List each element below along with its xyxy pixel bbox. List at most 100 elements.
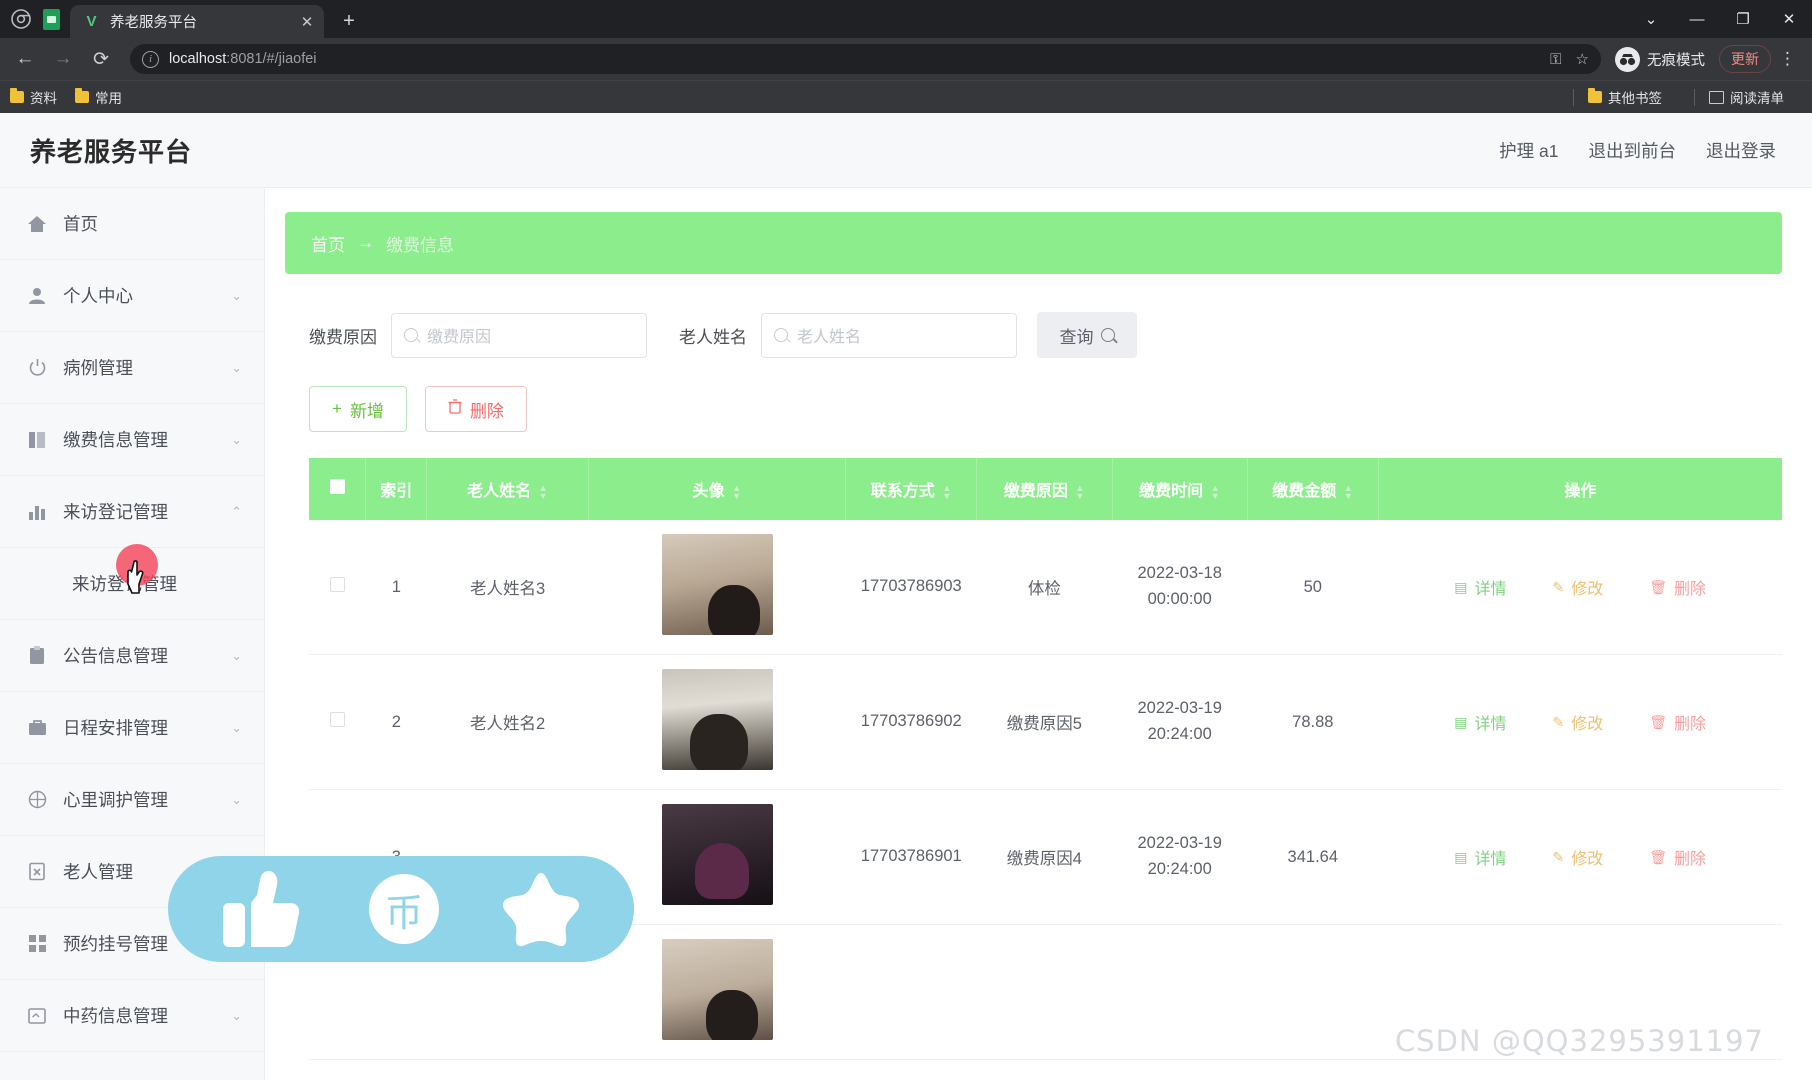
header-logout-link[interactable]: 退出登录	[1706, 138, 1776, 163]
other-bookmarks-button[interactable]: 其他书签	[1588, 87, 1662, 107]
sidebar-item-case-management[interactable]: 病例管理 ⌄	[0, 332, 264, 404]
browser-tab[interactable]: V 养老服务平台 ✕	[70, 5, 324, 38]
sidebar-item-personal-center[interactable]: 个人中心 ⌄	[0, 260, 264, 332]
avatar[interactable]	[661, 669, 773, 770]
breadcrumb-home-link[interactable]: 首页	[311, 231, 345, 256]
breadcrumb: 首页 → 缴费信息	[285, 212, 1782, 274]
window-dropdown-icon[interactable]: ⌄	[1628, 0, 1674, 38]
sort-icon[interactable]: ▲ ▼	[732, 483, 742, 500]
reason-search-input[interactable]: 缴费原因	[391, 312, 647, 358]
address-bar[interactable]: i localhost:8081/#/jiaofei ⚿ ☆	[130, 44, 1601, 74]
sidebar-item-home[interactable]: 首页	[0, 188, 264, 260]
table-header-row: 索引 老人姓名 ▲ ▼ 头像 ▲ ▼ 联系方式 ▲ ▼ 缴费原因 ▲ ▼ 缴费时间 ▲ ▼ 缴费金额…	[309, 458, 1782, 520]
sidebar-subitem-visit-register-management[interactable]: 来访登记管理	[0, 544, 264, 620]
sidebar-item-label: 来访登记管理	[63, 502, 168, 522]
bookmark-star-icon[interactable]: ☆	[1576, 50, 1589, 68]
floating-engagement-bar[interactable]: 币	[168, 856, 634, 962]
reading-list-button[interactable]: 阅读清单	[1709, 87, 1784, 107]
window-minimize-button[interactable]: —	[1674, 0, 1720, 38]
cell-index: 2	[365, 654, 427, 790]
reload-button[interactable]: ⟳	[84, 42, 118, 76]
new-tab-button[interactable]: +	[334, 6, 364, 36]
forward-button[interactable]: →	[46, 42, 80, 76]
delete-action[interactable]: 🗑 删除	[1649, 710, 1706, 734]
sidebar-item-announcement-management[interactable]: 公告信息管理 ⌄	[0, 620, 264, 692]
star-icon[interactable]	[501, 871, 581, 947]
avatar[interactable]	[661, 939, 773, 1040]
sort-icon[interactable]: ▲ ▼	[538, 483, 548, 500]
sidebar-item-schedule-management[interactable]: 日程安排管理 ⌄	[0, 692, 264, 764]
column-phone[interactable]: 联系方式 ▲ ▼	[845, 458, 978, 520]
sort-icon[interactable]: ▲ ▼	[942, 483, 952, 500]
pencil-icon: ✎	[1552, 578, 1565, 595]
bookmark-item[interactable]: 资料	[10, 87, 57, 107]
column-name[interactable]: 老人姓名 ▲ ▼	[426, 458, 589, 520]
tab-title: 养老服务平台	[110, 15, 197, 31]
extension-icon[interactable]	[38, 0, 64, 38]
window-close-button[interactable]: ✕	[1766, 0, 1812, 38]
detail-action[interactable]: ▤ 详情	[1454, 710, 1506, 734]
thumbs-up-icon[interactable]	[221, 869, 307, 949]
power-icon	[25, 358, 49, 377]
table-row[interactable]: 2 老人姓名2 17703786902 缴费原因5 2022-03-19 20:…	[309, 654, 1782, 790]
detail-action[interactable]: ▤ 详情	[1454, 575, 1506, 599]
bookmark-label: 常用	[95, 91, 122, 106]
name-search-input[interactable]: 老人姓名	[761, 312, 1017, 358]
chrome-menu-icon[interactable]: ⋮	[1771, 49, 1804, 69]
row-checkbox[interactable]	[329, 712, 345, 727]
clipboard-icon	[25, 646, 49, 665]
add-button-label: 新增	[349, 401, 384, 421]
back-button[interactable]: ←	[8, 42, 42, 76]
delete-action[interactable]: 🗑 删除	[1649, 845, 1706, 869]
sidebar-item-chinese-medicine-management[interactable]: 中药信息管理 ⌄	[0, 980, 264, 1052]
select-all-header[interactable]	[309, 458, 367, 520]
password-key-icon[interactable]: ⚿	[1550, 51, 1561, 68]
edit-action[interactable]: ✎ 修改	[1552, 710, 1603, 734]
name-input-placeholder: 老人姓名	[797, 329, 862, 346]
cell-avatar	[588, 520, 846, 655]
window-controls: ⌄ — ❐ ✕	[1628, 0, 1812, 38]
close-tab-icon[interactable]: ✕	[296, 11, 318, 33]
note-icon	[25, 1007, 49, 1024]
incognito-indicator[interactable]: 无痕模式	[1615, 46, 1709, 72]
coin-icon[interactable]: 币	[369, 874, 439, 944]
header-exit-frontend-link[interactable]: 退出到前台	[1589, 138, 1677, 163]
detail-action[interactable]: ▤ 详情	[1454, 845, 1506, 869]
sidebar-item-label: 首页	[63, 214, 98, 234]
sort-icon[interactable]: ▲ ▼	[1343, 483, 1353, 500]
window-maximize-button[interactable]: ❐	[1720, 0, 1766, 38]
cell-time: 2022-03-18 00:00:00	[1112, 520, 1248, 655]
column-time[interactable]: 缴费时间 ▲ ▼	[1112, 458, 1248, 520]
delete-action[interactable]: 🗑 删除	[1649, 575, 1706, 599]
sidebar-item-visit-register-management[interactable]: 来访登记管理 ⌃	[0, 476, 264, 548]
row-select-cell[interactable]	[309, 520, 366, 655]
sort-icon[interactable]: ▲ ▼	[1210, 483, 1220, 500]
avatar[interactable]	[661, 534, 773, 635]
site-info-icon[interactable]: i	[142, 50, 159, 68]
sidebar-item-label: 心里调护管理	[63, 790, 168, 810]
sidebar-item-payment-info-management[interactable]: 缴费信息管理 ⌄	[0, 404, 264, 476]
edit-action[interactable]: ✎ 修改	[1552, 845, 1603, 869]
row-checkbox[interactable]	[329, 577, 345, 592]
update-button[interactable]: 更新	[1719, 45, 1771, 73]
chevron-down-icon: ⌄	[231, 647, 242, 663]
row-select-cell[interactable]	[309, 654, 366, 790]
avatar[interactable]	[661, 804, 773, 905]
edit-action[interactable]: ✎ 修改	[1552, 575, 1603, 599]
sidebar-item-psychological-care-management[interactable]: 心里调护管理 ⌄	[0, 764, 264, 836]
add-button[interactable]: + 新增	[309, 386, 407, 432]
column-reason[interactable]: 缴费原因 ▲ ▼	[976, 458, 1113, 520]
sidebar-item-label: 中药信息管理	[63, 1006, 168, 1026]
cell-reason	[976, 924, 1113, 1060]
query-button[interactable]: 查询	[1037, 312, 1137, 358]
column-amount[interactable]: 缴费金额 ▲ ▼	[1247, 458, 1379, 520]
table-row[interactable]: 1 老人姓名3 17703786903 体检 2022-03-18 00:00:…	[309, 520, 1782, 655]
sort-icon[interactable]: ▲ ▼	[1075, 483, 1085, 500]
header-user-link[interactable]: 护理 a1	[1499, 138, 1558, 163]
sidebar-item-label: 预约挂号管理	[63, 934, 168, 954]
column-avatar[interactable]: 头像 ▲ ▼	[588, 458, 847, 520]
select-all-checkbox[interactable]	[329, 479, 345, 494]
delete-button[interactable]: 删除	[424, 386, 527, 432]
folder-icon	[75, 88, 89, 103]
bookmark-item[interactable]: 常用	[75, 87, 122, 107]
